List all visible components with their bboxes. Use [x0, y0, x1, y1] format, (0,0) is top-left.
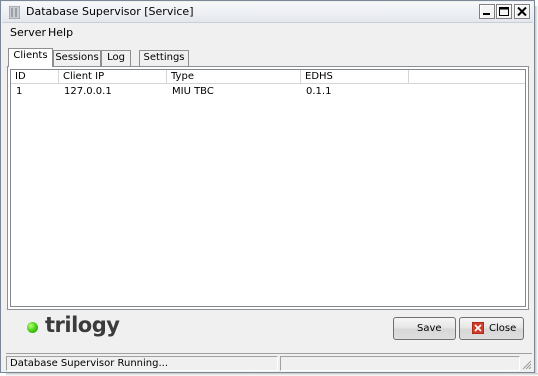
tab-log[interactable]: Log	[101, 50, 131, 66]
save-button[interactable]: Save	[393, 317, 456, 340]
status-bar: Database Supervisor Running...	[6, 353, 532, 371]
main-window: Database Supervisor [Service] Server Hel…	[0, 0, 535, 373]
resize-grip-icon[interactable]	[520, 358, 532, 370]
trilogy-logo: trilogy	[27, 313, 157, 343]
menu-help[interactable]: Help	[44, 25, 77, 40]
tab-clients[interactable]: Clients	[8, 48, 53, 67]
column-header-client-ip[interactable]: Client IP	[59, 70, 167, 84]
column-header-filler	[409, 70, 525, 84]
column-header-edhs[interactable]: EDHS	[301, 70, 409, 84]
status-message: Database Supervisor Running...	[6, 356, 278, 371]
maximize-button[interactable]	[496, 4, 512, 19]
column-header-type[interactable]: Type	[167, 70, 301, 84]
close-x-icon	[472, 322, 484, 334]
maximize-icon	[499, 7, 509, 16]
clients-panel: ID Client IP Type EDHS 1 127.0.0.1 MIU T…	[7, 66, 529, 310]
close-button[interactable]: Close	[459, 317, 524, 340]
database-icon	[9, 6, 20, 19]
status-secondary	[280, 356, 520, 371]
tab-sessions[interactable]: Sessions	[53, 50, 101, 66]
save-button-label: Save	[417, 323, 442, 334]
list-header: ID Client IP Type EDHS	[11, 70, 525, 84]
cell-client-ip: 127.0.0.1	[64, 86, 112, 97]
column-header-id[interactable]: ID	[11, 70, 59, 84]
cell-edhs: 0.1.1	[306, 86, 332, 97]
minimize-button[interactable]	[479, 4, 495, 19]
title-bar[interactable]: Database Supervisor [Service]	[2, 2, 533, 23]
window-title: Database Supervisor [Service]	[26, 5, 194, 18]
close-icon	[517, 7, 527, 16]
close-button-label: Close	[489, 323, 517, 334]
cell-id: 1	[16, 86, 23, 97]
close-window-button[interactable]	[514, 4, 530, 19]
cell-type: MIU TBC	[172, 86, 214, 97]
clients-list[interactable]: ID Client IP Type EDHS 1 127.0.0.1 MIU T…	[10, 69, 526, 307]
status-dot-icon	[27, 322, 38, 333]
logo-text: trilogy	[45, 313, 120, 337]
minimize-icon	[483, 13, 490, 15]
table-row[interactable]: 1 127.0.0.1 MIU TBC 0.1.1	[11, 86, 525, 99]
tab-settings[interactable]: Settings	[139, 50, 189, 66]
